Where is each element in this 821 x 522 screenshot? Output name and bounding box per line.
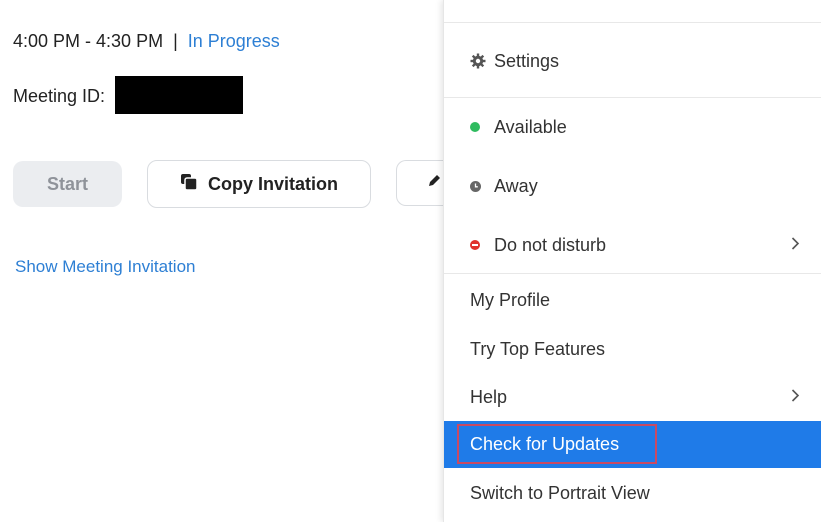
available-status-icon [470,122,494,132]
meeting-id-redaction [115,76,243,114]
menu-item-available-label: Available [494,116,567,137]
show-meeting-invitation-link[interactable]: Show Meeting Invitation [15,257,196,277]
chevron-right-icon [791,235,800,256]
menu-item-help[interactable]: Help [444,374,821,420]
menu-item-help-label: Help [470,386,508,407]
menu-item-available[interactable]: Available [444,104,821,150]
dnd-status-icon [470,240,494,250]
pencil-icon [427,174,441,193]
copy-invitation-label: Copy Invitation [208,173,338,194]
gear-icon [470,53,494,69]
meeting-status: In Progress [187,31,280,51]
menu-item-away[interactable]: Away [444,163,821,209]
zoom-home-page: 4:00 PM - 4:30 PM | In Progress Meeting ID… [0,0,821,522]
start-button[interactable]: Start [13,161,122,207]
chevron-right-icon [791,387,800,408]
copy-invitation-button[interactable]: Copy Invitation [147,160,371,208]
away-status-icon [470,180,494,192]
menu-item-dnd-label: Do not disturb [494,234,607,255]
menu-divider [444,22,821,23]
do-not-disturb-icon [470,240,480,250]
meeting-id-label: Meeting ID: [13,86,106,106]
menu-item-settings-label: Settings [494,50,560,71]
menu-item-try-top-features[interactable]: Try Top Features [444,326,821,372]
menu-item-switch-portrait-label: Switch to Portrait View [470,482,650,503]
menu-divider [444,97,821,98]
meeting-time-row: 4:00 PM - 4:30 PM | In Progress [13,31,280,52]
green-dot-icon [470,122,480,132]
menu-item-my-profile-label: My Profile [470,289,551,310]
menu-item-away-label: Away [494,175,538,196]
clock-icon [470,180,481,192]
menu-item-settings[interactable]: Settings [444,38,821,84]
annotation-highlight-box [457,424,657,464]
menu-item-switch-portrait[interactable]: Switch to Portrait View [444,470,821,516]
time-separator: | [173,31,178,51]
menu-item-do-not-disturb[interactable]: Do not disturb [444,222,821,268]
menu-item-my-profile[interactable]: My Profile [444,277,821,323]
meeting-time: 4:00 PM - 4:30 PM [13,31,164,51]
copy-icon [180,173,198,196]
menu-divider [444,273,821,274]
menu-item-try-top-features-label: Try Top Features [470,338,606,359]
